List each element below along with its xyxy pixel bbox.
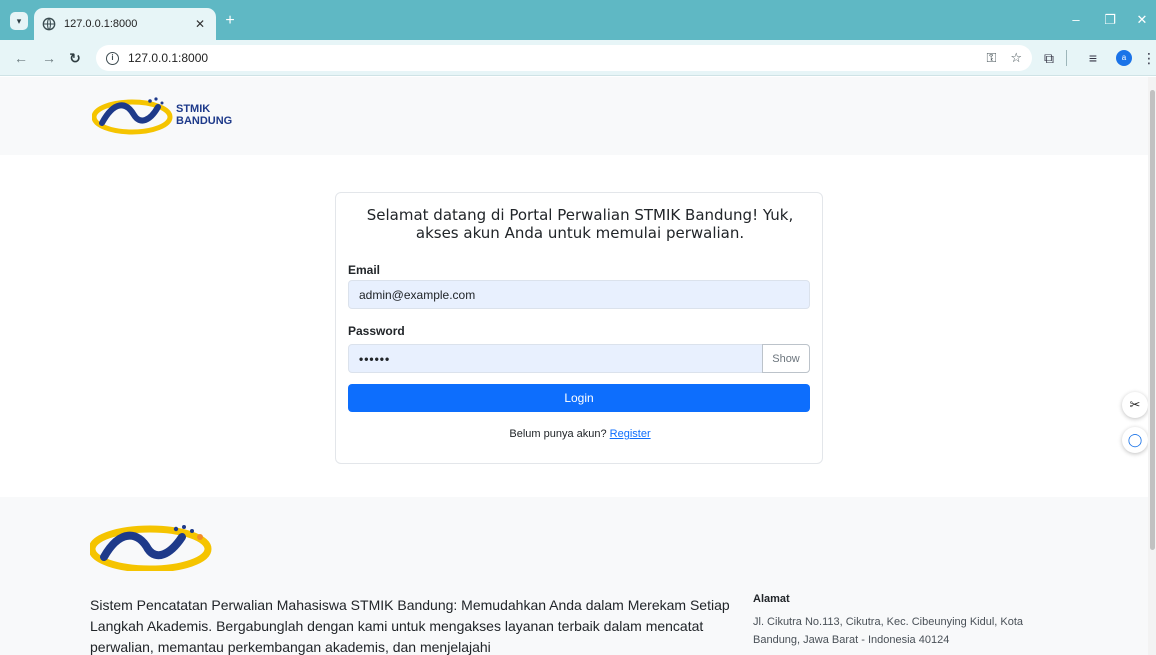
address-bar[interactable]: i 127.0.0.1:8000 ⚿ ☆ xyxy=(96,45,1032,71)
register-line: Belum punya akun? Register xyxy=(336,428,824,440)
email-field[interactable]: admin@example.com xyxy=(348,280,810,309)
close-icon[interactable]: ✕ xyxy=(192,17,208,31)
site-header: STMIK BANDUNG xyxy=(0,77,1148,155)
back-icon[interactable]: ← xyxy=(12,50,30,66)
register-link[interactable]: Register xyxy=(610,428,651,440)
globe-icon xyxy=(42,17,56,31)
address-title: Alamat xyxy=(753,593,790,605)
menu-icon[interactable]: ⋮ xyxy=(1140,50,1156,66)
stmik-footer-logo xyxy=(90,525,212,571)
tab-list-icon[interactable]: ▾ xyxy=(10,12,28,30)
plus-icon[interactable]: + xyxy=(222,13,238,29)
toolbar-separator xyxy=(1066,50,1067,66)
browser-tab[interactable]: 127.0.0.1:8000 ✕ xyxy=(34,8,216,40)
login-card: Selamat datang di Portal Perwalian STMIK… xyxy=(335,192,823,464)
close-window-icon[interactable]: ✕ xyxy=(1132,12,1152,28)
tab-title: 127.0.0.1:8000 xyxy=(64,18,138,30)
address-text: Jl. Cikutra No.113, Cikutra, Kec. Cibeun… xyxy=(753,616,1024,646)
email-label: Email xyxy=(348,263,381,277)
browser-tab-bar: ▾ 127.0.0.1:8000 ✕ + – ❐ ✕ xyxy=(0,0,1156,40)
url-text: 127.0.0.1:8000 xyxy=(128,51,209,65)
extensions-icon[interactable]: ⧉ xyxy=(1040,50,1058,66)
brand-name: STMIK BANDUNG xyxy=(176,103,233,127)
scrollbar-thumb[interactable] xyxy=(1150,90,1155,550)
browser-toolbar: ← → ↻ i 127.0.0.1:8000 ⚿ ☆ ⧉ ≡ ⋮ xyxy=(0,40,1156,76)
scissors-icon[interactable]: ✂ xyxy=(1122,392,1148,418)
web-page: STMIK BANDUNG Selamat datang di Portal P… xyxy=(0,77,1148,655)
site-footer: Sistem Pencatatan Perwalian Mahasiswa ST… xyxy=(0,497,1148,655)
minimize-icon[interactable]: – xyxy=(1066,12,1086,28)
reload-icon[interactable]: ↻ xyxy=(66,50,84,66)
restore-icon[interactable]: ❐ xyxy=(1100,12,1120,28)
password-field[interactable]: •••••• xyxy=(348,344,763,373)
forward-icon[interactable]: → xyxy=(40,50,58,66)
register-prompt: Belum punya akun? xyxy=(509,428,607,440)
assistant-icon[interactable]: ◯ xyxy=(1122,427,1148,453)
main-content: Selamat datang di Portal Perwalian STMIK… xyxy=(0,155,1148,497)
reading-list-icon[interactable]: ≡ xyxy=(1084,50,1102,66)
footer-description: Sistem Pencatatan Perwalian Mahasiswa ST… xyxy=(90,597,730,655)
login-title: Selamat datang di Portal Perwalian STMIK… xyxy=(366,206,794,242)
profile-avatar[interactable]: a xyxy=(1116,50,1132,66)
show-password-button[interactable]: Show xyxy=(762,344,810,373)
login-button[interactable]: Login xyxy=(348,384,810,412)
info-icon[interactable]: i xyxy=(106,51,119,65)
star-icon[interactable]: ☆ xyxy=(1010,50,1022,66)
key-icon[interactable]: ⚿ xyxy=(986,50,996,66)
password-label: Password xyxy=(348,324,405,338)
